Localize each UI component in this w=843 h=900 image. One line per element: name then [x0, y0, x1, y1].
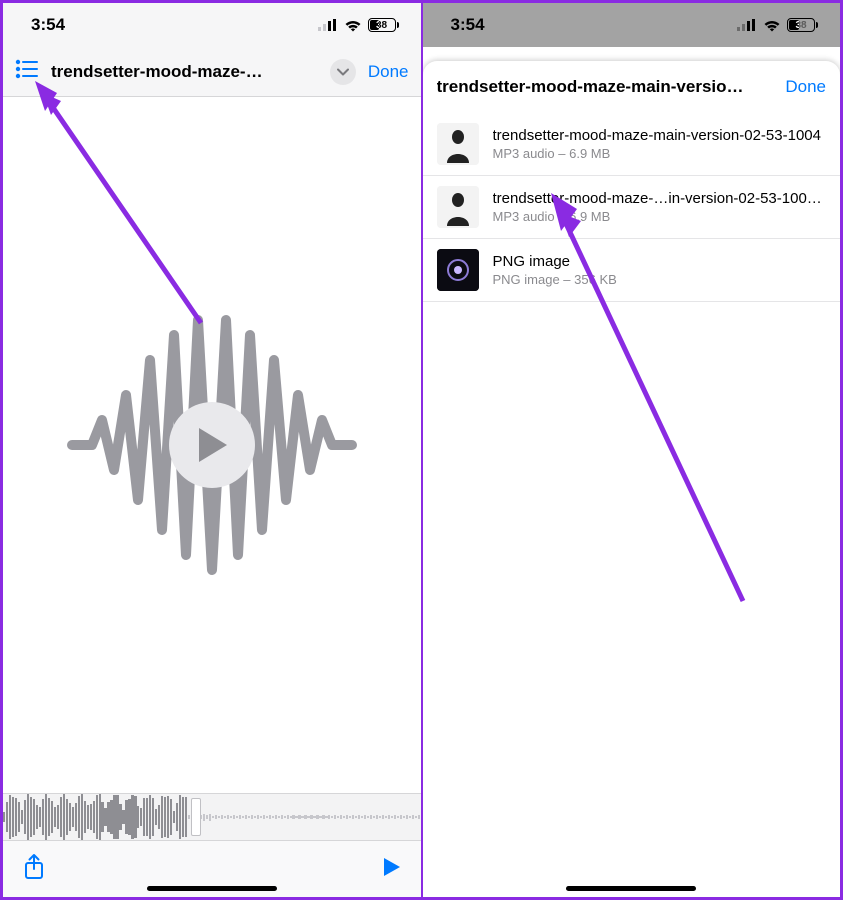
file-row[interactable]: PNG image PNG image – 356 KB — [423, 239, 841, 302]
play-icon[interactable] — [383, 857, 401, 882]
file-name: trendsetter-mood-maze-main-version-02-53… — [493, 127, 827, 144]
phone-right: 3:54 38 trendsetter-mood-maze-main-versi… — [422, 0, 843, 900]
file-thumb — [437, 186, 479, 228]
file-meta: MP3 audio – 6.9 MB — [493, 209, 827, 224]
status-bar: 3:54 38 — [423, 3, 841, 47]
sheet-header: trendsetter-mood-maze-main-versio… Done — [423, 61, 841, 113]
preview-title: trendsetter-mood-maze-… — [51, 62, 318, 82]
done-button[interactable]: Done — [368, 62, 409, 82]
file-name: PNG image — [493, 253, 827, 270]
home-indicator — [147, 886, 277, 891]
status-indicators: 38 — [318, 18, 399, 32]
status-time: 3:54 — [31, 15, 65, 35]
cellular-icon — [318, 19, 338, 31]
timeline-playhead[interactable] — [191, 798, 201, 836]
file-meta: PNG image – 356 KB — [493, 272, 827, 287]
file-meta: MP3 audio – 6.9 MB — [493, 146, 827, 161]
audio-preview — [3, 97, 421, 793]
share-icon[interactable] — [23, 853, 45, 886]
status-bar: 3:54 38 — [3, 3, 421, 47]
list-icon[interactable] — [15, 59, 39, 84]
file-list-sheet: trendsetter-mood-maze-main-versio… Done … — [423, 61, 841, 897]
done-button[interactable]: Done — [785, 77, 826, 97]
file-thumb — [437, 123, 479, 165]
sheet-title: trendsetter-mood-maze-main-versio… — [437, 77, 776, 97]
chevron-down-icon[interactable] — [330, 59, 356, 85]
home-indicator — [566, 886, 696, 891]
file-row[interactable]: trendsetter-mood-maze-main-version-02-53… — [423, 113, 841, 176]
status-indicators: 38 — [737, 18, 818, 32]
battery-icon: 38 — [787, 18, 818, 32]
preview-header: trendsetter-mood-maze-… Done — [3, 47, 421, 97]
play-button[interactable] — [169, 402, 255, 488]
cellular-icon — [737, 19, 757, 31]
audio-timeline[interactable] — [3, 793, 421, 841]
file-row[interactable]: trendsetter-mood-maze-…in-version-02-53-… — [423, 176, 841, 239]
battery-icon: 38 — [368, 18, 399, 32]
file-name: trendsetter-mood-maze-…in-version-02-53-… — [493, 190, 827, 207]
file-thumb — [437, 249, 479, 291]
wifi-icon — [763, 19, 781, 32]
phone-left: 3:54 38 trendsetter-mood-maze-… — [0, 0, 422, 900]
wifi-icon — [344, 19, 362, 32]
status-time: 3:54 — [451, 15, 485, 35]
